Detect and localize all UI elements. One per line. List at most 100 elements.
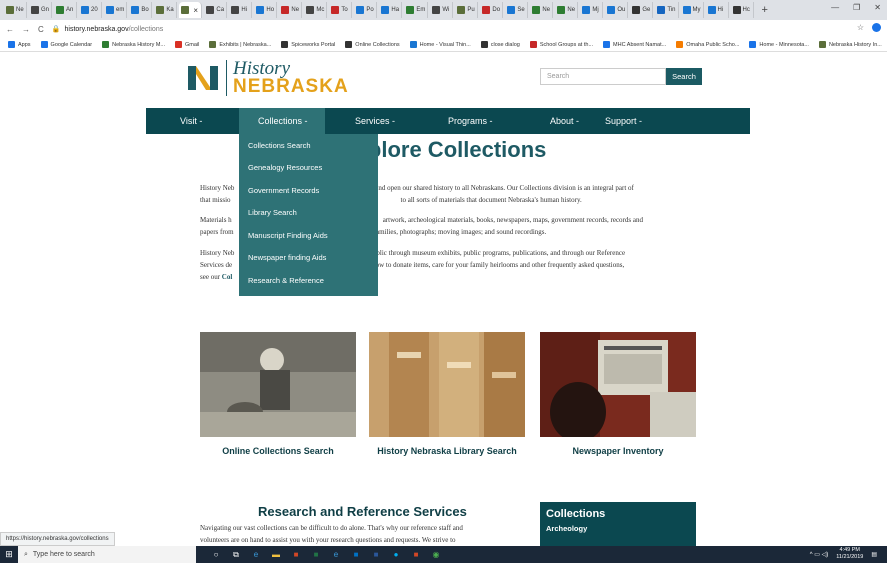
nav-collections[interactable]: Collections - [239,108,325,134]
tab-favicon-icon [406,6,415,14]
browser-tab[interactable]: Do [480,2,504,18]
bookmark-item[interactable]: Nebraska History M... [102,41,165,48]
back-icon[interactable]: ← [6,25,14,34]
bookmark-item[interactable]: School Groups at th... [529,41,593,48]
cortana-icon[interactable]: ○ [208,549,224,561]
browser-tab[interactable]: 20 [79,2,103,18]
browser-tab[interactable]: Ne [279,2,303,18]
browser-tab[interactable]: Ka [154,2,178,18]
browser-tab[interactable]: Mc [304,2,328,18]
tile-caption-online-collections[interactable]: Online Collections Search [200,446,356,456]
nav-support[interactable]: Support - [605,108,642,134]
browser-tab[interactable]: Wi [430,2,454,18]
powerpoint-icon[interactable]: ■ [408,549,424,561]
browser-tab[interactable]: Hi [706,2,729,18]
bookmark-item[interactable]: Nebraska History In... [818,41,882,48]
url-field[interactable]: 🔒 history.nebraska.gov/collections [52,25,164,34]
word-icon[interactable]: ■ [368,549,384,561]
browser-tab[interactable]: Ou [605,2,629,18]
browser-tab[interactable]: An [54,2,78,18]
bookmark-item[interactable]: Exhibits | Nebraska... [209,41,271,48]
tray-icons[interactable]: ^ ▭ ◁) [810,551,828,558]
bookmark-item[interactable]: close dialog [480,41,520,48]
browser-tab[interactable]: Ha [379,2,403,18]
access-icon[interactable]: ■ [288,549,304,561]
bookmark-item[interactable]: Omaha Public Scho... [676,41,739,48]
forward-icon[interactable]: → [22,25,30,34]
file-explorer-icon[interactable]: ▬ [268,549,284,561]
bookmark-item[interactable]: Home - Minnesota... [749,41,809,48]
browser-tab[interactable]: Em [404,2,429,18]
dropdown-item[interactable]: Research & Reference [239,269,378,292]
nav-about[interactable]: About - [516,108,605,134]
browser-tab[interactable]: Mj [580,2,604,18]
bookmark-item[interactable]: Gmail [175,41,199,48]
browser-tab[interactable]: Ge [630,2,654,18]
browser-tab[interactable]: Ca [204,2,228,18]
browser-tab[interactable]: Hi [229,2,253,18]
notification-icon[interactable]: ▤ [871,551,877,558]
clock[interactable]: 4:49 PM 11/21/2019 [836,547,863,561]
ie-icon[interactable]: e [328,549,344,561]
library-search-image[interactable] [369,332,525,437]
windows-start-icon[interactable]: ⊞ [0,546,18,563]
dropdown-item[interactable]: Newspaper finding Aids [239,247,378,270]
online-collections-image[interactable] [200,332,356,437]
browser-tab[interactable]: em [104,2,128,18]
browser-tab[interactable]: To [329,2,353,18]
chrome-icon[interactable]: ◉ [428,549,444,561]
nav-services[interactable]: Services - [325,108,415,134]
browser-tab[interactable]: Ho [254,2,278,18]
minimize-icon[interactable]: — [831,3,839,12]
browser-tab[interactable]: Hc [731,2,754,18]
skype-icon[interactable]: ● [388,549,404,561]
bookmark-item[interactable]: Online Collections [345,41,400,48]
bookmark-item[interactable]: Google Calendar [40,41,92,48]
reload-icon[interactable]: C [38,25,44,34]
bookmark-item[interactable]: MHC Absent Namat... [603,41,666,48]
excel-icon[interactable]: ■ [308,549,324,561]
bookmark-item[interactable]: Spiceworks Portal [281,41,335,48]
url-path: /collections [128,25,164,33]
browser-tab[interactable]: Po [354,2,378,18]
tab-favicon-icon [256,6,265,14]
new-tab-button[interactable]: + [756,4,774,16]
nav-programs[interactable]: Programs - [415,108,516,134]
search-button[interactable]: Search [666,68,702,85]
close-tab-icon[interactable]: × [193,6,198,15]
dropdown-item[interactable]: Genealogy Resources [239,157,378,180]
dropdown-item[interactable]: Library Search [239,202,378,225]
tile-caption-newspaper-inventory[interactable]: Newspaper Inventory [540,446,696,456]
taskbar-search[interactable]: ⌕ Type here to search [18,546,196,563]
browser-tab[interactable]: Se [505,2,529,18]
nav-visit[interactable]: Visit - [146,108,239,134]
bookmark-item[interactable]: Apps [8,41,31,48]
browser-tab[interactable]: Ne [4,2,27,18]
browser-tab[interactable]: × [179,2,203,18]
dropdown-item[interactable]: Government Records [239,179,378,202]
browser-tab[interactable]: Ne [555,2,579,18]
sidebox-archeology-link[interactable]: Archeology [546,524,690,533]
browser-tab[interactable]: Bo [129,2,153,18]
browser-tab[interactable]: Ne [530,2,554,18]
dropdown-item[interactable]: Manuscript Finding Aids [239,224,378,247]
dropdown-item[interactable]: Collections Search [239,134,378,157]
profile-avatar[interactable] [872,23,881,32]
bookmark-item[interactable]: Home - Visual Thin... [409,41,471,48]
outlook-icon[interactable]: ■ [348,549,364,561]
tile-caption-library-search[interactable]: History Nebraska Library Search [364,446,530,456]
edge-icon[interactable]: e [248,549,264,561]
browser-tab[interactable]: Gn [29,2,53,18]
newspaper-inventory-image[interactable] [540,332,696,437]
site-logo[interactable]: History NEBRASKA [186,59,349,96]
close-window-icon[interactable]: ✕ [874,3,881,12]
task-view-icon[interactable]: ⧉ [228,549,244,561]
bookmark-icon [175,41,183,48]
collections-link[interactable]: Col [222,273,233,281]
restore-icon[interactable]: ❐ [853,3,860,12]
search-input[interactable]: Search [540,68,666,85]
star-icon[interactable]: ☆ [857,23,864,32]
browser-tab[interactable]: My [681,2,704,18]
browser-tab[interactable]: Tin [655,2,679,18]
browser-tab[interactable]: Pu [455,2,479,18]
